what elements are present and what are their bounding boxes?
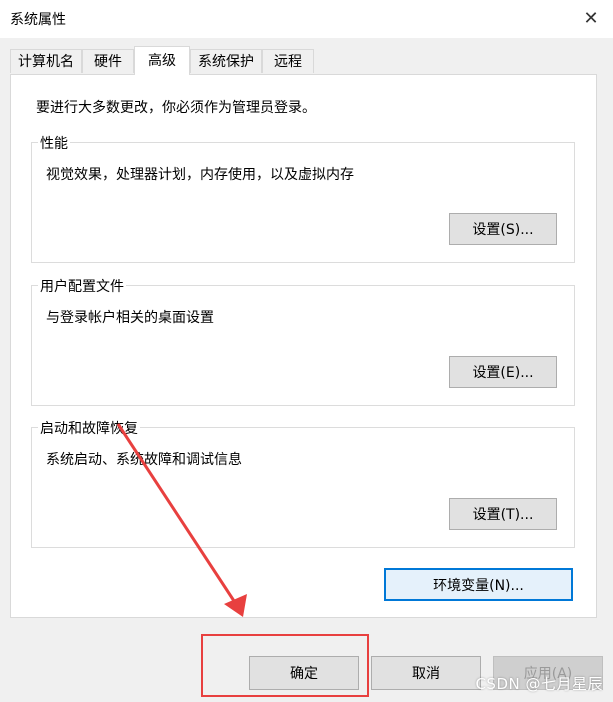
tab-computer-name[interactable]: 计算机名: [10, 49, 82, 73]
performance-legend: 性能: [38, 133, 70, 153]
user-profiles-description: 与登录帐户相关的桌面设置: [46, 310, 214, 326]
user-profiles-settings-button[interactable]: 设置(E)...: [449, 356, 557, 388]
admin-notice: 要进行大多数更改，你必须作为管理员登录。: [36, 100, 316, 116]
close-icon: ✕: [583, 7, 599, 29]
startup-recovery-description: 系统启动、系统故障和调试信息: [46, 452, 242, 468]
startup-recovery-legend: 启动和故障恢复: [38, 418, 140, 438]
cancel-button[interactable]: 取消: [371, 656, 481, 690]
environment-variables-button[interactable]: 环境变量(N)...: [384, 568, 573, 601]
ok-button[interactable]: 确定: [249, 656, 359, 690]
user-profiles-legend: 用户配置文件: [38, 276, 126, 296]
title-bar: 系统属性 ✕: [0, 0, 613, 38]
close-button[interactable]: ✕: [575, 3, 607, 33]
tab-system-protection[interactable]: 系统保护: [190, 49, 262, 73]
performance-settings-button[interactable]: 设置(S)...: [449, 213, 557, 245]
tab-remote[interactable]: 远程: [262, 49, 314, 73]
watermark: CSDN @七月星辰: [475, 675, 603, 693]
startup-recovery-settings-button[interactable]: 设置(T)...: [449, 498, 557, 530]
tab-hardware[interactable]: 硬件: [82, 49, 134, 73]
performance-description: 视觉效果，处理器计划，内存使用，以及虚拟内存: [46, 167, 354, 183]
window-title: 系统属性: [10, 12, 66, 28]
tab-advanced[interactable]: 高级: [134, 46, 190, 75]
